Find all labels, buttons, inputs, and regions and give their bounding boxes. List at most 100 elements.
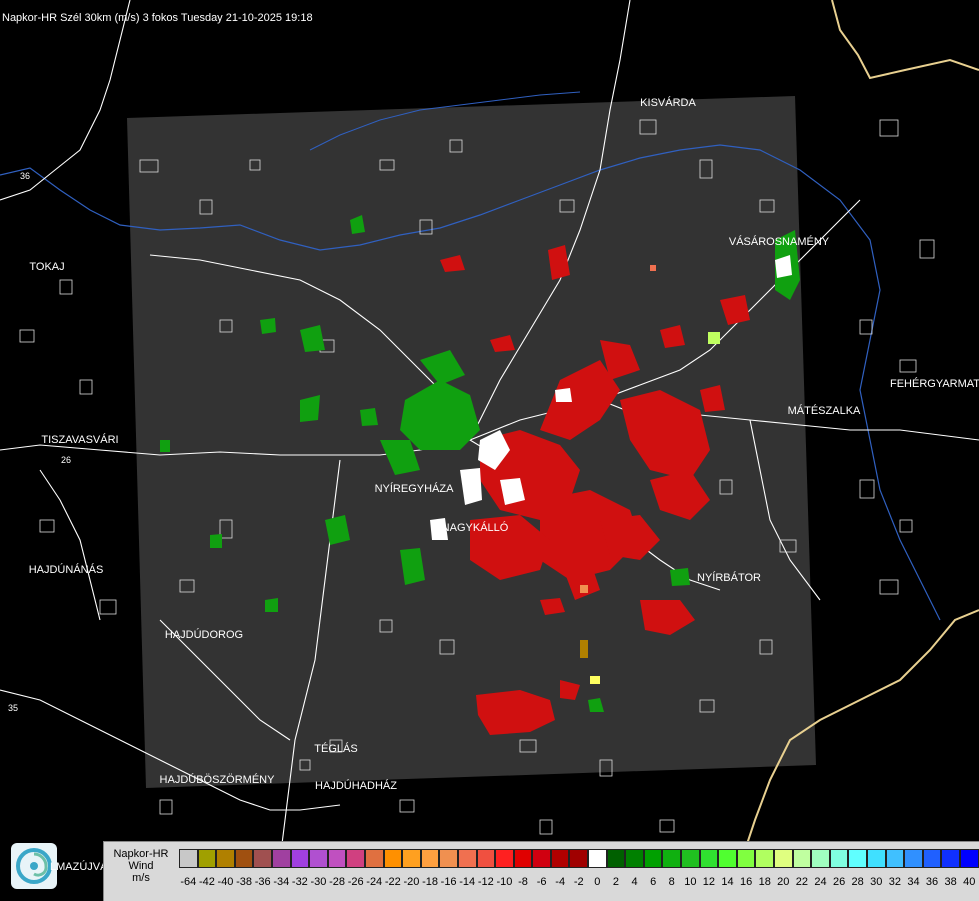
- legend-tick-label: -18: [421, 876, 440, 888]
- radar-map: [0, 0, 979, 900]
- legend-swatch: [272, 849, 291, 868]
- legend-tick-label: 14: [718, 876, 737, 888]
- city-label-hajduboszormeny: HAJDÚBÖSZÖRMÉNY: [160, 774, 275, 786]
- legend-swatch: [328, 849, 347, 868]
- legend-swatch: [774, 849, 793, 868]
- legend-tick-label: -24: [365, 876, 384, 888]
- legend-tick-label: 8: [662, 876, 681, 888]
- legend-swatch: [402, 849, 421, 868]
- legend-swatches: [179, 849, 979, 868]
- city-label-mateszalka: MÁTÉSZALKA: [788, 405, 861, 417]
- legend-swatch: [960, 849, 979, 868]
- city-label-hajduhadhaz: HAJDÚHADHÁZ: [315, 780, 397, 792]
- legend-swatch: [569, 849, 588, 868]
- legend-swatch: [625, 849, 644, 868]
- legend-swatch: [291, 849, 310, 868]
- legend-tick-label: 36: [923, 876, 942, 888]
- legend-swatch: [439, 849, 458, 868]
- city-label-teglas: TÉGLÁS: [314, 743, 357, 755]
- legend-tick-label: 24: [811, 876, 830, 888]
- legend-tick-label: -32: [291, 876, 310, 888]
- legend-swatch: [309, 849, 328, 868]
- radar-coverage-area: [127, 96, 816, 788]
- city-label-nyirbator: NYÍRBÁTOR: [697, 572, 761, 584]
- legend-tick-label: -42: [198, 876, 217, 888]
- legend-tick-label: -10: [495, 876, 514, 888]
- legend-tick-label: -36: [253, 876, 272, 888]
- legend-tick-label: -12: [477, 876, 496, 888]
- legend-swatch: [365, 849, 384, 868]
- legend-swatch: [941, 849, 960, 868]
- road-number-label: 35: [8, 703, 18, 713]
- legend-swatch: [923, 849, 942, 868]
- city-label-tiszavasvari: TISZAVASVÁRI: [41, 434, 118, 446]
- legend-swatch: [198, 849, 217, 868]
- legend-tick-label: -28: [328, 876, 347, 888]
- legend-tick-label: -4: [551, 876, 570, 888]
- city-label-feherygyarmat: FEHÉRGYARMAT: [890, 378, 979, 390]
- legend-swatch: [384, 849, 403, 868]
- legend-swatch: [811, 849, 830, 868]
- legend-swatch: [793, 849, 812, 868]
- legend-tick-label: 28: [848, 876, 867, 888]
- legend-tick-label: 30: [867, 876, 886, 888]
- legend-tick-label: -14: [458, 876, 477, 888]
- legend-tick-label: -38: [235, 876, 254, 888]
- legend-tick-label: 10: [681, 876, 700, 888]
- legend-swatch: [830, 849, 849, 868]
- legend-swatch: [551, 849, 570, 868]
- legend-swatch: [904, 849, 923, 868]
- legend-tick-label: 40: [960, 876, 979, 888]
- legend-swatch: [253, 849, 272, 868]
- legend-tick-label: -30: [309, 876, 328, 888]
- city-label-kisvarda: KISVÁRDA: [640, 97, 696, 109]
- legend-swatch: [235, 849, 254, 868]
- legend-swatch: [886, 849, 905, 868]
- legend-tick-label: 18: [755, 876, 774, 888]
- city-label-nagykallo: NAGYKÁLLÓ: [442, 522, 509, 534]
- legend-swatch: [607, 849, 626, 868]
- legend-ticks: -64-42-40-38-36-34-32-30-28-26-24-22-20-…: [179, 876, 979, 888]
- city-label-vasarosnameny: VÁSÁROSNAMÉNY: [729, 236, 829, 248]
- legend-tick-label: -8: [514, 876, 533, 888]
- legend-tick-label: 32: [886, 876, 905, 888]
- legend-swatch: [867, 849, 886, 868]
- legend-tick-label: 4: [625, 876, 644, 888]
- legend-tick-label: -16: [439, 876, 458, 888]
- city-label-tokaj: TOKAJ: [29, 261, 64, 273]
- legend-tick-label: -20: [402, 876, 421, 888]
- legend-swatch: [477, 849, 496, 868]
- legend-title: Napkor-HR Wind m/s: [106, 848, 176, 884]
- color-legend: Napkor-HR Wind m/s -64-42-40-38-36-34-32…: [103, 841, 979, 901]
- city-label-hajdunanas: HAJDÚNÁNÁS: [29, 564, 104, 576]
- legend-swatch: [458, 849, 477, 868]
- legend-swatch: [718, 849, 737, 868]
- legend-tick-label: 2: [607, 876, 626, 888]
- legend-swatch: [179, 849, 198, 868]
- city-label-hajdudorog: HAJDÚDOROG: [165, 629, 243, 641]
- legend-tick-label: -64: [179, 876, 198, 888]
- legend-tick-label: -22: [384, 876, 403, 888]
- legend-tick-label: 12: [700, 876, 719, 888]
- legend-tick-label: -6: [532, 876, 551, 888]
- legend-swatch: [514, 849, 533, 868]
- legend-tick-label: 16: [737, 876, 756, 888]
- legend-tick-label: 20: [774, 876, 793, 888]
- legend-tick-label: -26: [346, 876, 365, 888]
- legend-tick-label: 6: [644, 876, 663, 888]
- legend-tick-label: 34: [904, 876, 923, 888]
- legend-swatch: [644, 849, 663, 868]
- legend-tick-label: -34: [272, 876, 291, 888]
- legend-tick-label: 38: [941, 876, 960, 888]
- legend-swatch: [755, 849, 774, 868]
- legend-swatch: [848, 849, 867, 868]
- legend-tick-label: 0: [588, 876, 607, 888]
- city-label-nyiregyhaza: NYÍREGYHÁZA: [375, 483, 454, 495]
- legend-swatch: [216, 849, 235, 868]
- legend-swatch: [532, 849, 551, 868]
- map-title: Napkor-HR Szél 30km (m/s) 3 fokos Tuesda…: [2, 12, 313, 24]
- legend-tick-label: -40: [216, 876, 235, 888]
- legend-tick-label: 22: [793, 876, 812, 888]
- legend-tick-label: -2: [569, 876, 588, 888]
- legend-swatch: [737, 849, 756, 868]
